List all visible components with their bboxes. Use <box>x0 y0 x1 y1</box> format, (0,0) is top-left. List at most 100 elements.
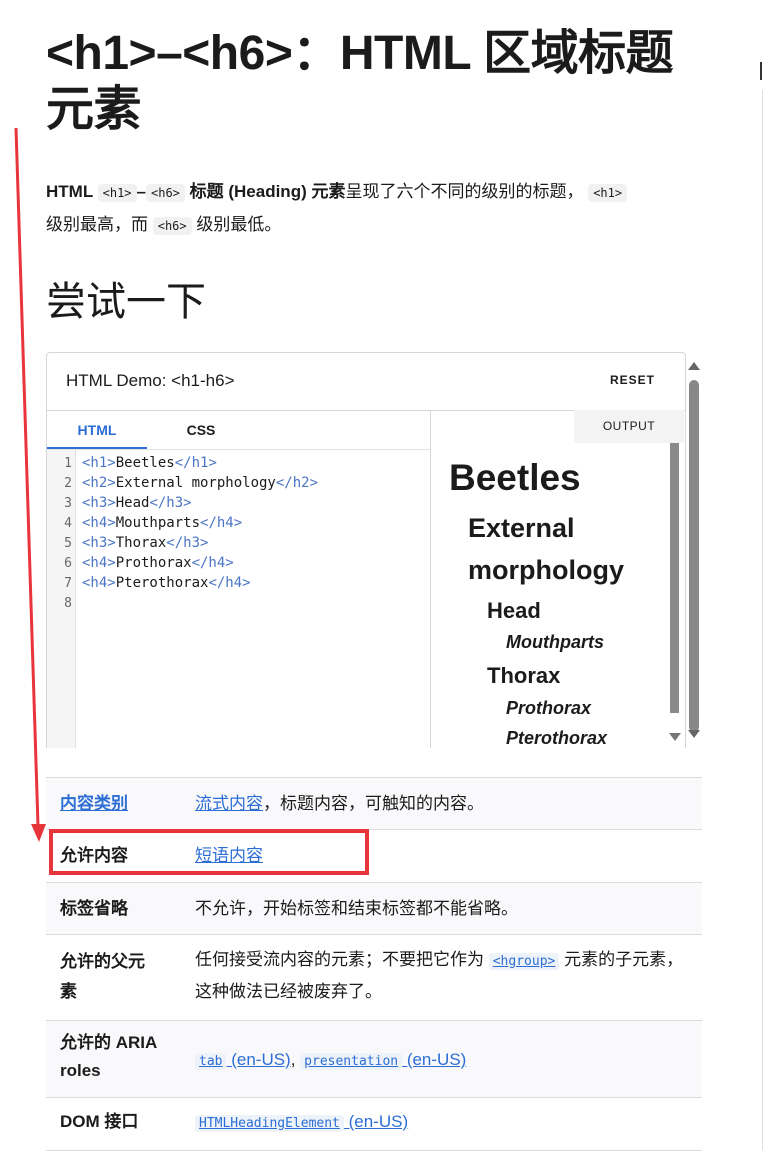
table-row: DOM 接口 HTMLHeadingElement (en-US) <box>46 1097 702 1151</box>
tag-text: Prothorax <box>115 555 192 571</box>
tag-text: Head <box>115 495 150 511</box>
intro-text-1: HTML <box>46 182 98 201</box>
tag-close: </h2> <box>275 475 319 491</box>
output-h2-line2: morphology <box>468 555 624 585</box>
output-scrollbar[interactable] <box>668 443 681 746</box>
row-value: 任何接受流内容的元素；不要把它作为 <hgroup> 元素的子元素，这种做法已经… <box>195 945 687 1007</box>
interactive-demo: HTML Demo: <h1-h6> RESET HTML CSS OUTPUT… <box>46 352 686 748</box>
row-header: 允许的 ARIA roles <box>60 1033 157 1080</box>
line-number: 3 <box>64 496 72 511</box>
content-categories-link[interactable]: 内容类别 <box>60 794 128 813</box>
table-row: 允许的父元素 任何接受流内容的元素；不要把它作为 <hgroup> 元素的子元素… <box>46 934 702 1021</box>
tag-text: Beetles <box>115 455 175 471</box>
tab-html[interactable]: HTML <box>47 411 147 450</box>
tag-close: </h4> <box>200 515 243 531</box>
tag-open: <h1> <box>82 455 116 471</box>
line-number: 5 <box>64 536 72 551</box>
table-row: 允许的 ARIA roles tab (en-US), presentation… <box>46 1020 702 1098</box>
row-value: HTMLHeadingElement (en-US) <box>195 1107 687 1139</box>
output-scroll-thumb[interactable] <box>670 443 679 713</box>
code-line[interactable]: <h3>Head</h3> <box>82 495 192 511</box>
row-header: 允许的父元素 <box>60 952 145 1001</box>
flow-content-link[interactable]: 流式内容 <box>195 794 263 813</box>
code-h6-2: <h6> <box>152 217 192 235</box>
tag-open: <h4> <box>82 515 116 531</box>
row-value-text: ，标题内容，可触知的内容。 <box>263 794 484 813</box>
editor-output-divider <box>430 410 431 748</box>
row-header: 内容类别 <box>60 789 178 819</box>
tab-role-code: tab <box>195 1053 227 1070</box>
tag-text: External morphology <box>115 475 276 491</box>
en-us-label: (en-US) <box>402 1050 467 1069</box>
code-line[interactable]: <h2>External morphology</h2> <box>82 475 318 491</box>
code-h1-2: <h1> <box>588 184 628 202</box>
demo-header: HTML Demo: <h1-h6> RESET <box>47 353 685 411</box>
tag-text: Pterothorax <box>115 575 209 591</box>
tabs-divider <box>47 449 430 450</box>
separator: , <box>290 1050 301 1069</box>
page-scroll-thumb[interactable] <box>689 380 699 732</box>
line-number: 8 <box>64 596 72 611</box>
table-row: 标签省略 不允许，开始标签和结束标签都不能省略。 <box>46 882 702 935</box>
presentation-role-link[interactable]: presentation (en-US) <box>300 1050 467 1070</box>
output-h2-line1: External <box>468 513 575 543</box>
row-value: 不允许，开始标签和结束标签都不能省略。 <box>195 899 518 918</box>
output-h1: Beetles <box>449 457 581 498</box>
presentation-role-code: presentation <box>300 1053 403 1070</box>
tag-open: <h4> <box>82 575 116 591</box>
tag-text: Thorax <box>115 535 167 551</box>
output-h4-prothorax: Prothorax <box>506 698 592 718</box>
output-h4-mouthparts: Mouthparts <box>506 632 604 652</box>
page-title: <h1>–<h6>：HTML 区域标题元素 <box>46 27 674 136</box>
line-number: 2 <box>64 476 72 491</box>
intro-dash: – <box>136 182 146 201</box>
line-number: 7 <box>64 576 72 591</box>
arrow-shaft <box>14 127 40 827</box>
output-h4-pterothorax: Pterothorax <box>506 728 608 748</box>
line-number: 6 <box>64 556 72 571</box>
code-line[interactable]: <h3>Thorax</h3> <box>82 535 208 551</box>
intro-text-2: 呈现了六个不同的级别的标题， <box>345 182 584 201</box>
code-line[interactable]: <h4>Pterothorax</h4> <box>82 575 251 591</box>
line-number: 4 <box>64 516 72 531</box>
row-value-text: 任何接受流内容的元素；不要把它作为 <box>195 950 489 969</box>
scroll-down-arrow-icon[interactable] <box>669 733 681 741</box>
code-line[interactable]: <h4>Mouthparts</h4> <box>82 515 242 531</box>
reset-button[interactable]: RESET <box>610 373 655 387</box>
code-h6: <h6> <box>146 184 185 202</box>
intro-text-3: 级别最高，而 <box>46 215 153 234</box>
en-us-label: (en-US) <box>343 1112 409 1131</box>
edge-marker <box>760 62 762 80</box>
interface-code: HTMLHeadingElement <box>195 1115 344 1132</box>
intro-text-4: 级别最低。 <box>191 215 282 234</box>
en-us-label: (en-US) <box>226 1050 291 1069</box>
tag-open: <h3> <box>82 495 116 511</box>
highlight-box <box>49 829 369 875</box>
tag-close: </h1> <box>174 455 217 471</box>
intro-paragraph: HTML <h1> – <h6> 标题 (Heading) 元素呈现了六个不同的级别… <box>46 176 706 242</box>
code-h1: <h1> <box>97 184 137 202</box>
row-value: tab (en-US), presentation (en-US) <box>195 1045 687 1077</box>
tag-close: </h3> <box>166 535 209 551</box>
tab-css[interactable]: CSS <box>147 411 255 449</box>
row-value: 流式内容，标题内容，可触知的内容。 <box>195 789 687 819</box>
arrow-head-icon <box>31 824 46 842</box>
tag-open: <h3> <box>82 535 116 551</box>
scroll-up-arrow-icon[interactable] <box>688 362 700 370</box>
tag-close: </h3> <box>149 495 192 511</box>
scroll-down-arrow-icon[interactable] <box>688 730 700 738</box>
row-header: 标签省略 <box>60 899 128 918</box>
code-line[interactable]: <h4>Prothorax</h4> <box>82 555 234 571</box>
tag-open: <h4> <box>82 555 116 571</box>
line-number: 1 <box>64 456 72 471</box>
hgroup-link[interactable]: <hgroup> <box>488 953 560 970</box>
sidebar-divider <box>762 90 763 1150</box>
output-h3-head: Head <box>487 598 541 623</box>
intro-bold: 标题 (Heading) 元素 <box>184 182 346 201</box>
tab-role-link[interactable]: tab (en-US) <box>195 1050 291 1070</box>
row-header: DOM 接口 <box>60 1112 139 1131</box>
page-scrollbar[interactable] <box>686 358 702 744</box>
output-tab[interactable]: OUTPUT <box>574 410 684 443</box>
html-heading-element-link[interactable]: HTMLHeadingElement (en-US) <box>195 1112 409 1132</box>
code-line[interactable]: <h1>Beetles</h1> <box>82 455 217 471</box>
